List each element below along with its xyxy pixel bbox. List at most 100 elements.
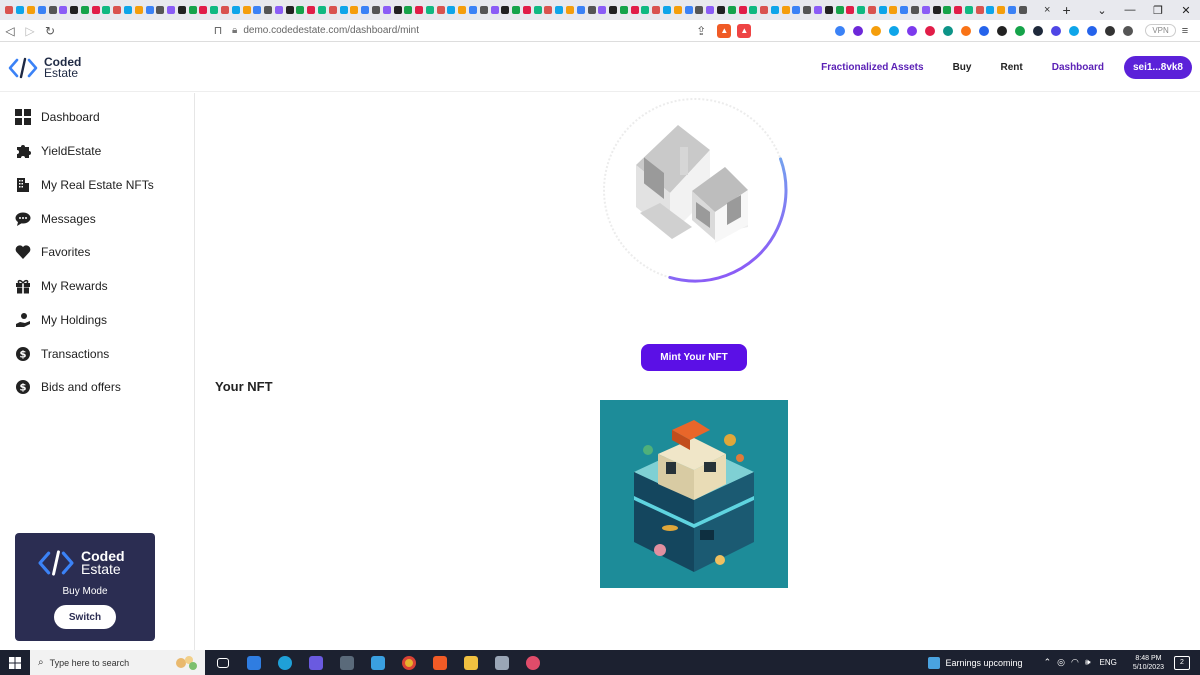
tab-favicon-icon[interactable] <box>652 6 661 14</box>
file-explorer-icon[interactable] <box>458 650 484 675</box>
tab-favicon-icon[interactable] <box>781 6 790 14</box>
brave-browser-icon[interactable] <box>427 650 453 675</box>
tab-favicon-icon[interactable] <box>447 6 456 14</box>
tab-favicon-icon[interactable] <box>458 6 467 14</box>
sidebar-item-messages[interactable]: Messages <box>15 209 96 229</box>
restore-icon[interactable]: ❐ <box>1144 4 1172 17</box>
tab-favicon-icon[interactable] <box>727 6 736 14</box>
sidebar-item-my-real-estate-nfts[interactable]: My Real Estate NFTs <box>15 175 154 195</box>
tab-favicon-icon[interactable] <box>911 6 920 14</box>
brave-rewards-icon[interactable]: ▲ <box>737 23 752 38</box>
tab-favicon-icon[interactable] <box>619 6 628 14</box>
task-view-icon[interactable] <box>210 650 236 675</box>
tab-favicon-icon[interactable] <box>878 6 887 14</box>
sidebar-item-dashboard[interactable]: Dashboard <box>15 107 100 127</box>
tab-favicon-icon[interactable] <box>328 6 337 14</box>
coded-estate-logo[interactable]: Coded Estate <box>8 55 81 81</box>
switch-mode-button[interactable]: Switch <box>54 605 116 629</box>
tab-favicon-icon[interactable] <box>468 6 477 14</box>
browser-extension-icon[interactable] <box>943 25 954 36</box>
browser-extension-icon[interactable] <box>1033 25 1044 36</box>
browser-extension-icon[interactable] <box>1069 25 1080 36</box>
tab-favicon-icon[interactable] <box>188 6 197 14</box>
tab-favicon-icon[interactable] <box>26 6 35 14</box>
tab-favicon-icon[interactable] <box>663 6 672 14</box>
tab-favicon-icon[interactable] <box>307 6 316 14</box>
tab-favicon-icon[interactable] <box>145 6 154 14</box>
tab-favicon-icon[interactable] <box>975 6 984 14</box>
sidebar-item-my-rewards[interactable]: My Rewards <box>15 276 108 296</box>
browser-extension-icon[interactable] <box>1051 25 1062 36</box>
brave-shield-icon[interactable]: ▲ <box>717 23 732 38</box>
tab-favicon-icon[interactable] <box>393 6 402 14</box>
url-field[interactable]: demo.codedestate.com/dashboard/mint <box>243 25 643 36</box>
browser-extension-icon[interactable] <box>835 25 846 36</box>
tab-favicon-icon[interactable] <box>576 6 585 14</box>
tab-favicon-icon[interactable] <box>954 6 963 14</box>
tab-favicon-icon[interactable] <box>673 6 682 14</box>
network-icon[interactable]: ◎ <box>1057 657 1065 668</box>
mail-app-icon[interactable] <box>241 650 267 675</box>
tab-favicon-icon[interactable] <box>113 6 122 14</box>
tab-favicons[interactable] <box>0 0 1040 20</box>
tab-favicon-icon[interactable] <box>964 6 973 14</box>
close-tab-icon[interactable]: × <box>1044 4 1050 16</box>
browser-extension-icon[interactable] <box>979 25 990 36</box>
extension-icons[interactable] <box>831 25 1137 36</box>
tab-favicon-icon[interactable] <box>221 6 230 14</box>
tab-favicon-icon[interactable] <box>80 6 89 14</box>
tab-favicon-icon[interactable] <box>716 6 725 14</box>
wallet-address-button[interactable]: sei1...8vk8 <box>1123 56 1192 79</box>
media-player-icon[interactable] <box>303 650 329 675</box>
tab-favicon-icon[interactable] <box>102 6 111 14</box>
tab-favicon-icon[interactable] <box>242 6 251 14</box>
tab-favicon-icon[interactable] <box>900 6 909 14</box>
language-indicator[interactable]: ENG <box>1100 658 1117 667</box>
browser-extension-icon[interactable] <box>1105 25 1116 36</box>
tab-favicon-icon[interactable] <box>415 6 424 14</box>
tab-favicon-icon[interactable] <box>803 6 812 14</box>
tab-favicon-icon[interactable] <box>382 6 391 14</box>
sidebar-item-bids-and-offers[interactable]: $ Bids and offers <box>15 377 121 397</box>
windows-start-icon[interactable] <box>0 656 30 669</box>
tab-favicon-icon[interactable] <box>867 6 876 14</box>
tab-favicon-icon[interactable] <box>609 6 618 14</box>
reload-icon[interactable]: ↻ <box>40 24 60 38</box>
tab-favicon-icon[interactable] <box>598 6 607 14</box>
browser-extension-icon[interactable] <box>1123 25 1134 36</box>
tab-favicon-icon[interactable] <box>231 6 240 14</box>
nav-buy[interactable]: Buy <box>953 62 972 73</box>
nav-dashboard[interactable]: Dashboard <box>1052 62 1104 73</box>
tab-favicon-icon[interactable] <box>695 6 704 14</box>
tab-search-icon[interactable]: ⌄ <box>1088 4 1116 17</box>
tab-favicon-icon[interactable] <box>285 6 294 14</box>
tab-favicon-icon[interactable] <box>339 6 348 14</box>
edge-browser-icon[interactable] <box>272 650 298 675</box>
mint-nft-button[interactable]: Mint Your NFT <box>641 344 747 371</box>
tab-favicon-icon[interactable] <box>318 6 327 14</box>
tab-favicon-icon[interactable] <box>5 6 14 14</box>
tab-favicon-icon[interactable] <box>199 6 208 14</box>
tab-favicon-icon[interactable] <box>738 6 747 14</box>
tab-favicon-icon[interactable] <box>123 6 132 14</box>
tab-favicon-icon[interactable] <box>846 6 855 14</box>
tab-favicon-icon[interactable] <box>253 6 262 14</box>
tab-favicon-icon[interactable] <box>857 6 866 14</box>
bookmark-icon[interactable]: ⊓ <box>210 24 226 37</box>
tab-favicon-icon[interactable] <box>425 6 434 14</box>
tab-favicon-icon[interactable] <box>177 6 186 14</box>
tab-favicon-icon[interactable] <box>16 6 25 14</box>
tab-favicon-icon[interactable] <box>997 6 1006 14</box>
weather-widget[interactable]: Earnings upcoming <box>927 656 1023 669</box>
volume-icon[interactable]: 🕪︎ <box>1085 657 1091 668</box>
store-app-icon[interactable] <box>365 650 391 675</box>
browser-extension-icon[interactable] <box>1015 25 1026 36</box>
pinned-app-icon[interactable] <box>520 650 546 675</box>
tab-favicon-icon[interactable] <box>479 6 488 14</box>
tab-favicon-icon[interactable] <box>134 6 143 14</box>
tab-favicon-icon[interactable] <box>1008 6 1017 14</box>
sidebar-item-favorites[interactable]: Favorites <box>15 242 90 262</box>
share-icon[interactable]: ⇪ <box>691 24 711 38</box>
tab-favicon-icon[interactable] <box>264 6 273 14</box>
tab-favicon-icon[interactable] <box>274 6 283 14</box>
